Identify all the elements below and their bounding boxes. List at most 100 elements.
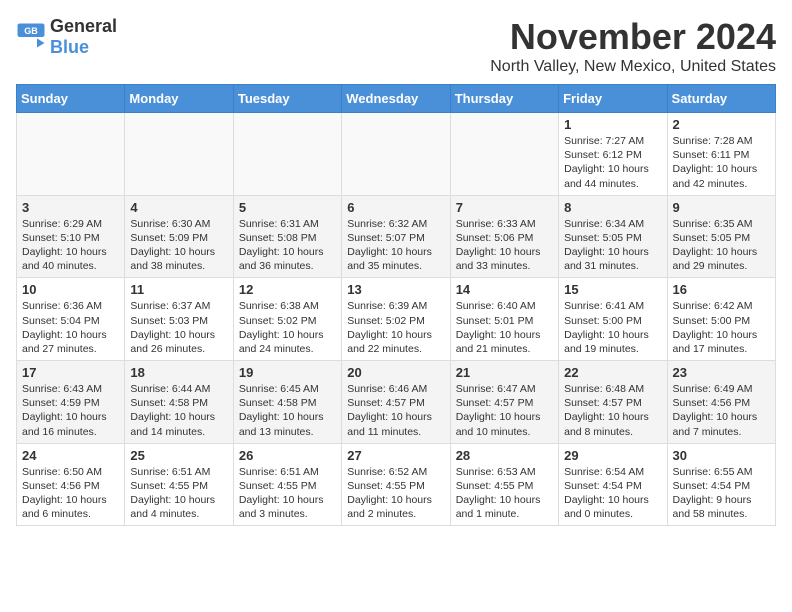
day-number: 25 [130, 448, 227, 463]
day-info: Sunrise: 6:40 AM Sunset: 5:01 PM Dayligh… [456, 299, 553, 356]
calendar-cell [342, 113, 450, 196]
day-info: Sunrise: 6:50 AM Sunset: 4:56 PM Dayligh… [22, 465, 119, 522]
day-number: 27 [347, 448, 444, 463]
logo-general: General [50, 16, 117, 36]
day-number: 13 [347, 282, 444, 297]
calendar-cell: 7 Sunrise: 6:33 AM Sunset: 5:06 PM Daylig… [450, 195, 558, 278]
day-number: 1 [564, 117, 661, 132]
weekday-header-friday: Friday [559, 85, 667, 113]
day-info: Sunrise: 6:55 AM Sunset: 4:54 PM Dayligh… [673, 465, 770, 522]
day-info: Sunrise: 6:41 AM Sunset: 5:00 PM Dayligh… [564, 299, 661, 356]
calendar-cell: 17 Sunrise: 6:43 AM Sunset: 4:59 PM Dayli… [17, 361, 125, 444]
day-number: 30 [673, 448, 770, 463]
day-info: Sunrise: 6:46 AM Sunset: 4:57 PM Dayligh… [347, 382, 444, 439]
location-title: North Valley, New Mexico, United States [490, 58, 776, 76]
day-number: 12 [239, 282, 336, 297]
day-number: 28 [456, 448, 553, 463]
day-number: 26 [239, 448, 336, 463]
day-number: 2 [673, 117, 770, 132]
calendar-cell: 10 Sunrise: 6:36 AM Sunset: 5:04 PM Dayli… [17, 278, 125, 361]
day-info: Sunrise: 6:44 AM Sunset: 4:58 PM Dayligh… [130, 382, 227, 439]
day-number: 7 [456, 200, 553, 215]
day-number: 10 [22, 282, 119, 297]
calendar-cell: 25 Sunrise: 6:51 AM Sunset: 4:55 PM Dayli… [125, 443, 233, 526]
day-info: Sunrise: 6:51 AM Sunset: 4:55 PM Dayligh… [130, 465, 227, 522]
title-area: November 2024 North Valley, New Mexico, … [490, 16, 776, 76]
calendar-week-row: 3 Sunrise: 6:29 AM Sunset: 5:10 PM Daylig… [17, 195, 776, 278]
calendar-cell [233, 113, 341, 196]
calendar-week-row: 24 Sunrise: 6:50 AM Sunset: 4:56 PM Dayli… [17, 443, 776, 526]
weekday-header-tuesday: Tuesday [233, 85, 341, 113]
calendar-cell [17, 113, 125, 196]
calendar-cell: 23 Sunrise: 6:49 AM Sunset: 4:56 PM Dayli… [667, 361, 775, 444]
day-info: Sunrise: 6:32 AM Sunset: 5:07 PM Dayligh… [347, 217, 444, 274]
calendar-week-row: 1 Sunrise: 7:27 AM Sunset: 6:12 PM Daylig… [17, 113, 776, 196]
day-info: Sunrise: 7:28 AM Sunset: 6:11 PM Dayligh… [673, 134, 770, 191]
day-number: 6 [347, 200, 444, 215]
day-number: 16 [673, 282, 770, 297]
day-info: Sunrise: 6:42 AM Sunset: 5:00 PM Dayligh… [673, 299, 770, 356]
logo-icon: GB [16, 22, 46, 52]
calendar-cell: 6 Sunrise: 6:32 AM Sunset: 5:07 PM Daylig… [342, 195, 450, 278]
logo: GB General Blue [16, 16, 117, 58]
svg-text:GB: GB [24, 26, 38, 36]
day-info: Sunrise: 6:37 AM Sunset: 5:03 PM Dayligh… [130, 299, 227, 356]
day-info: Sunrise: 6:49 AM Sunset: 4:56 PM Dayligh… [673, 382, 770, 439]
day-number: 8 [564, 200, 661, 215]
day-number: 3 [22, 200, 119, 215]
calendar-cell: 19Sunrise: 6:45 AM Sunset: 4:58 PM Dayli… [233, 361, 341, 444]
header: GB General Blue November 2024 North Vall… [16, 16, 776, 76]
day-number: 17 [22, 365, 119, 380]
day-number: 19 [239, 365, 336, 380]
calendar-cell: 12 Sunrise: 6:38 AM Sunset: 5:02 PM Dayli… [233, 278, 341, 361]
calendar-cell: 5 Sunrise: 6:31 AM Sunset: 5:08 PM Daylig… [233, 195, 341, 278]
calendar-cell: 22Sunrise: 6:48 AM Sunset: 4:57 PM Dayli… [559, 361, 667, 444]
month-title: November 2024 [490, 16, 776, 58]
day-number: 14 [456, 282, 553, 297]
day-info: Sunrise: 6:35 AM Sunset: 5:05 PM Dayligh… [673, 217, 770, 274]
logo-blue: Blue [50, 37, 89, 57]
day-info: Sunrise: 6:52 AM Sunset: 4:55 PM Dayligh… [347, 465, 444, 522]
calendar-cell: 3 Sunrise: 6:29 AM Sunset: 5:10 PM Daylig… [17, 195, 125, 278]
day-info: Sunrise: 6:48 AM Sunset: 4:57 PM Dayligh… [564, 382, 661, 439]
calendar-cell: 14 Sunrise: 6:40 AM Sunset: 5:01 PM Dayli… [450, 278, 558, 361]
day-number: 23 [673, 365, 770, 380]
day-info: Sunrise: 6:36 AM Sunset: 5:04 PM Dayligh… [22, 299, 119, 356]
day-number: 11 [130, 282, 227, 297]
day-number: 15 [564, 282, 661, 297]
day-info: Sunrise: 6:29 AM Sunset: 5:10 PM Dayligh… [22, 217, 119, 274]
day-info: Sunrise: 6:31 AM Sunset: 5:08 PM Dayligh… [239, 217, 336, 274]
day-info: Sunrise: 6:34 AM Sunset: 5:05 PM Dayligh… [564, 217, 661, 274]
day-info: Sunrise: 6:47 AM Sunset: 4:57 PM Dayligh… [456, 382, 553, 439]
weekday-header-wednesday: Wednesday [342, 85, 450, 113]
weekday-header-thursday: Thursday [450, 85, 558, 113]
calendar-cell: 9Sunrise: 6:35 AM Sunset: 5:05 PM Daylig… [667, 195, 775, 278]
weekday-header-row: SundayMondayTuesdayWednesdayThursdayFrid… [17, 85, 776, 113]
day-info: Sunrise: 6:38 AM Sunset: 5:02 PM Dayligh… [239, 299, 336, 356]
weekday-header-saturday: Saturday [667, 85, 775, 113]
weekday-header-sunday: Sunday [17, 85, 125, 113]
calendar-cell: 16 Sunrise: 6:42 AM Sunset: 5:00 PM Dayli… [667, 278, 775, 361]
calendar-cell: 13Sunrise: 6:39 AM Sunset: 5:02 PM Dayli… [342, 278, 450, 361]
calendar-cell: 29Sunrise: 6:54 AM Sunset: 4:54 PM Dayli… [559, 443, 667, 526]
day-number: 5 [239, 200, 336, 215]
calendar-cell: 20Sunrise: 6:46 AM Sunset: 4:57 PM Dayli… [342, 361, 450, 444]
day-info: Sunrise: 6:33 AM Sunset: 5:06 PM Dayligh… [456, 217, 553, 274]
calendar-cell: 21Sunrise: 6:47 AM Sunset: 4:57 PM Dayli… [450, 361, 558, 444]
calendar-cell: 1 Sunrise: 7:27 AM Sunset: 6:12 PM Daylig… [559, 113, 667, 196]
calendar-cell: 26 Sunrise: 6:51 AM Sunset: 4:55 PM Dayli… [233, 443, 341, 526]
calendar-cell: 28 Sunrise: 6:53 AM Sunset: 4:55 PM Dayli… [450, 443, 558, 526]
calendar-week-row: 17 Sunrise: 6:43 AM Sunset: 4:59 PM Dayli… [17, 361, 776, 444]
day-info: Sunrise: 7:27 AM Sunset: 6:12 PM Dayligh… [564, 134, 661, 191]
day-info: Sunrise: 6:53 AM Sunset: 4:55 PM Dayligh… [456, 465, 553, 522]
day-info: Sunrise: 6:54 AM Sunset: 4:54 PM Dayligh… [564, 465, 661, 522]
calendar-table: SundayMondayTuesdayWednesdayThursdayFrid… [16, 84, 776, 526]
calendar-cell [125, 113, 233, 196]
day-info: Sunrise: 6:51 AM Sunset: 4:55 PM Dayligh… [239, 465, 336, 522]
weekday-header-monday: Monday [125, 85, 233, 113]
calendar-cell: 8 Sunrise: 6:34 AM Sunset: 5:05 PM Daylig… [559, 195, 667, 278]
calendar-cell: 18Sunrise: 6:44 AM Sunset: 4:58 PM Dayli… [125, 361, 233, 444]
day-number: 24 [22, 448, 119, 463]
day-info: Sunrise: 6:43 AM Sunset: 4:59 PM Dayligh… [22, 382, 119, 439]
calendar-week-row: 10 Sunrise: 6:36 AM Sunset: 5:04 PM Dayli… [17, 278, 776, 361]
